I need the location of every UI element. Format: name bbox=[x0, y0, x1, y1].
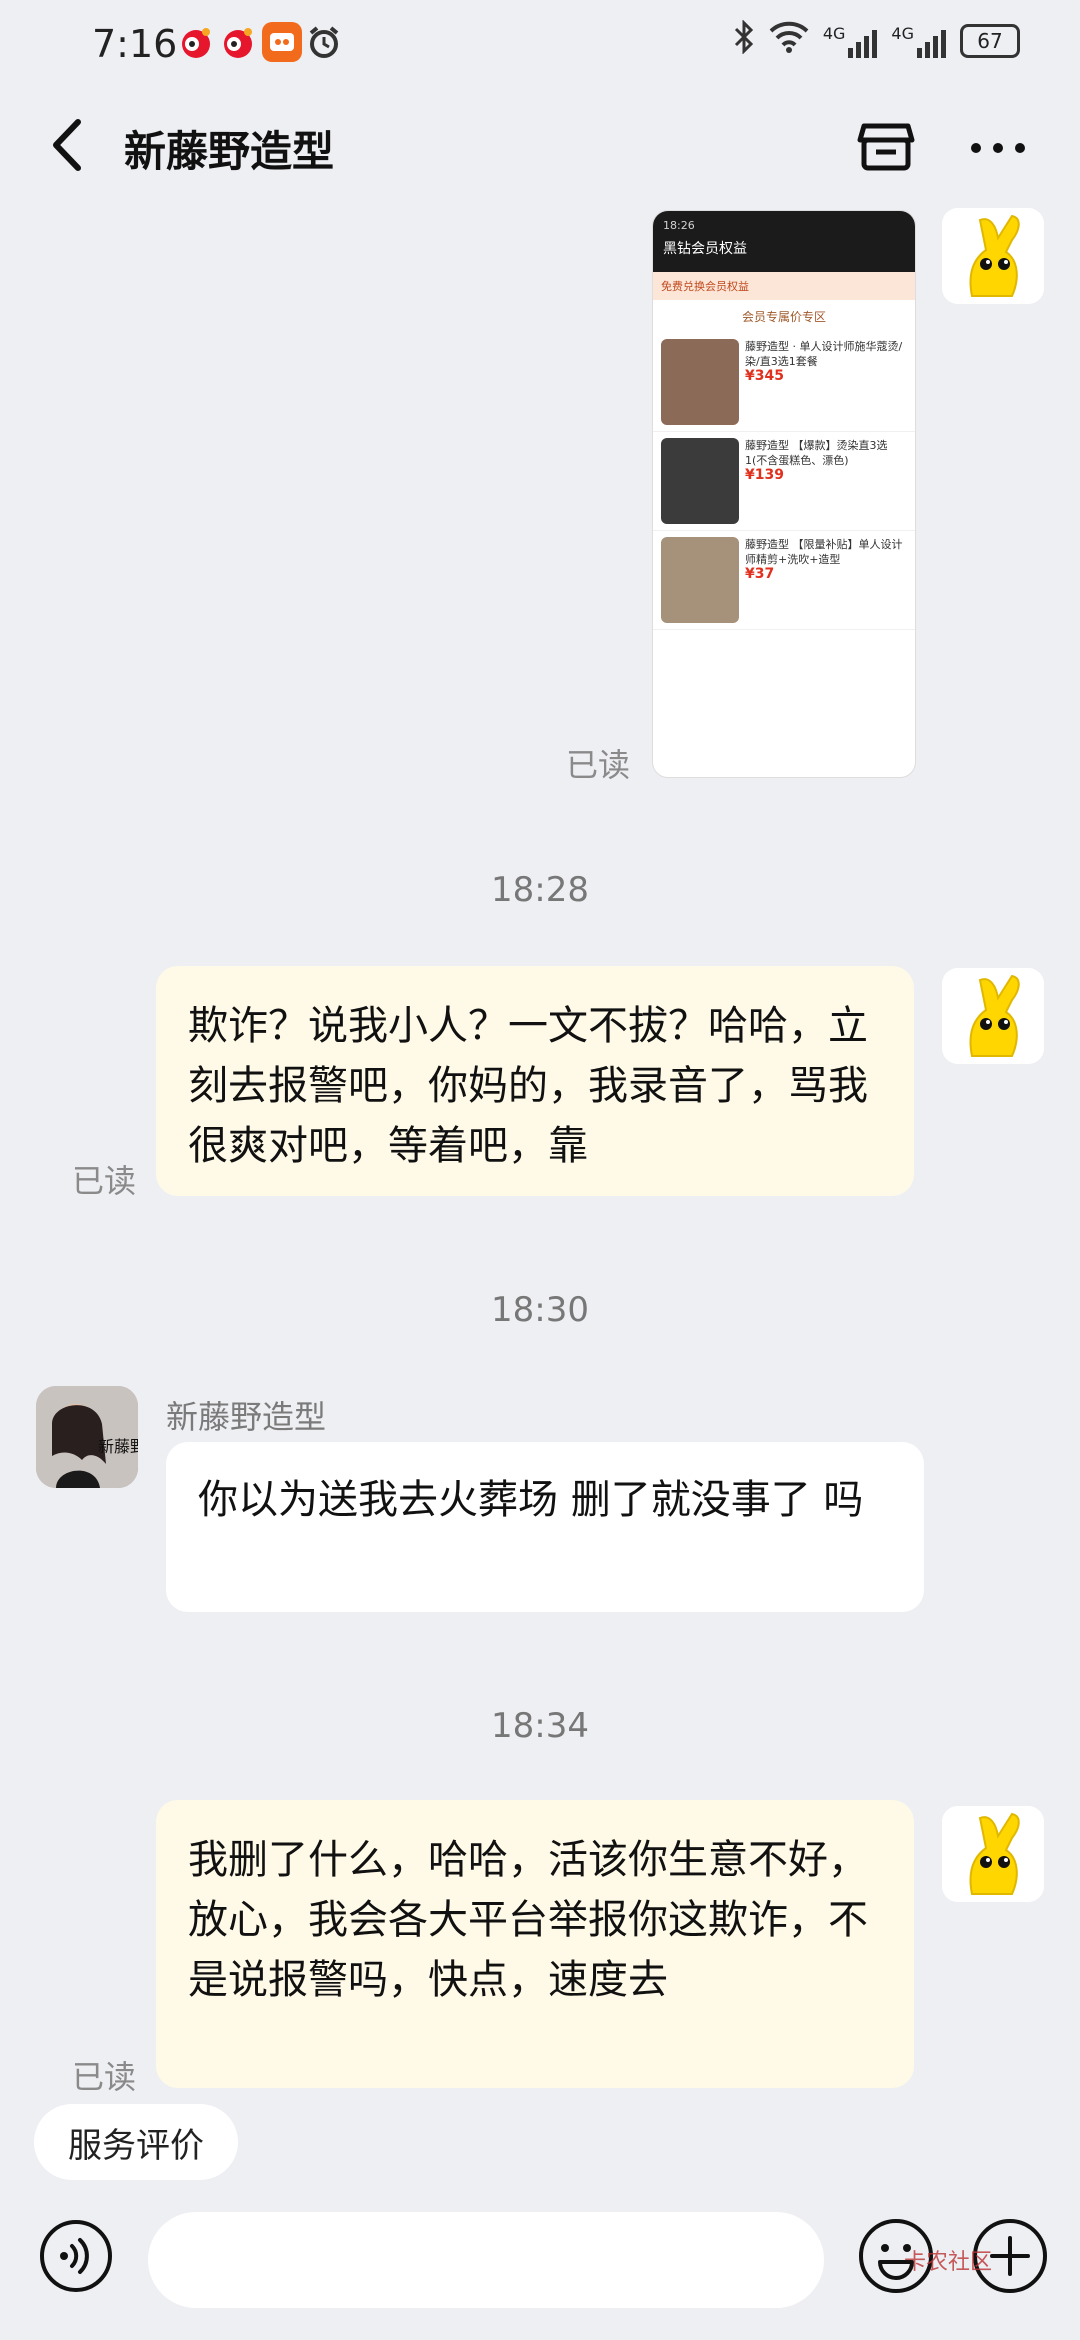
status-time: 7:16 bbox=[92, 22, 178, 66]
svg-text:新藤野: 新藤野 bbox=[98, 1438, 138, 1456]
voice-icon[interactable] bbox=[38, 2218, 114, 2294]
app-notification-icon bbox=[262, 22, 302, 62]
back-icon[interactable] bbox=[42, 110, 102, 180]
signal-icon: 4G bbox=[823, 24, 878, 58]
status-icons: 4G 4G 67 bbox=[733, 19, 1020, 62]
read-status: 已读 bbox=[72, 1162, 137, 1200]
timestamp: 18:34 bbox=[491, 1706, 589, 1746]
service-evaluation-button[interactable]: 服务评价 bbox=[34, 2104, 238, 2180]
battery-icon: 67 bbox=[960, 24, 1020, 58]
shop-avatar[interactable]: 新藤野 bbox=[36, 1386, 138, 1488]
weibo-icon bbox=[218, 22, 258, 62]
avatar[interactable] bbox=[942, 1806, 1044, 1902]
list-item: 藤野造型 【爆款】烫染直3选1(不含蛋糕色、漂色) ¥139 bbox=[653, 432, 915, 531]
list-item: 藤野造型 · 单人设计师施华蔻烫/染/直3选1套餐 ¥345 bbox=[653, 333, 915, 432]
read-status: 已读 bbox=[566, 746, 631, 784]
list-item: 藤野造型 【限量补贴】单人设计师精剪+洗吹+造型 ¥37 bbox=[653, 531, 915, 630]
preview-section: 会员专属价专区 bbox=[741, 310, 826, 324]
message-bubble[interactable]: 我删了什么，哈哈，活该你生意不好，放心，我会各大平台举报你这欺诈，不是说报警吗，… bbox=[156, 1800, 914, 2088]
message-bubble[interactable]: 你以为送我去火葬场 删了就没事了 吗 bbox=[166, 1442, 924, 1612]
message-bubble[interactable]: 欺诈？说我小人？一文不拔？哈哈，立刻去报警吧，你妈的，我录音了，骂我很爽对吧，等… bbox=[156, 966, 914, 1196]
watermark: 卡农社区 bbox=[904, 2250, 993, 2275]
sender-name: 新藤野造型 bbox=[166, 1398, 327, 1436]
avatar[interactable] bbox=[942, 208, 1044, 304]
page-title: 新藤野造型 bbox=[124, 127, 335, 176]
wifi-icon bbox=[769, 21, 809, 61]
timestamp: 18:30 bbox=[491, 1290, 589, 1330]
message-input[interactable] bbox=[148, 2212, 824, 2308]
preview-band: 免费兑换会员权益 bbox=[653, 272, 915, 300]
timestamp: 18:28 bbox=[491, 870, 589, 910]
avatar[interactable] bbox=[942, 968, 1044, 1064]
read-status: 已读 bbox=[72, 2058, 137, 2096]
store-icon[interactable] bbox=[856, 116, 916, 176]
image-message[interactable]: 18:26 黑钻会员权益 免费兑换会员权益 会员专属价专区 藤野造型 · 单人设… bbox=[652, 210, 916, 778]
weibo-icon bbox=[176, 22, 216, 62]
preview-header: 18:26 黑钻会员权益 bbox=[653, 211, 915, 272]
alarm-icon bbox=[304, 22, 344, 62]
signal-icon: 4G bbox=[891, 24, 946, 58]
bluetooth-icon bbox=[733, 19, 755, 62]
more-icon[interactable] bbox=[968, 128, 1028, 168]
